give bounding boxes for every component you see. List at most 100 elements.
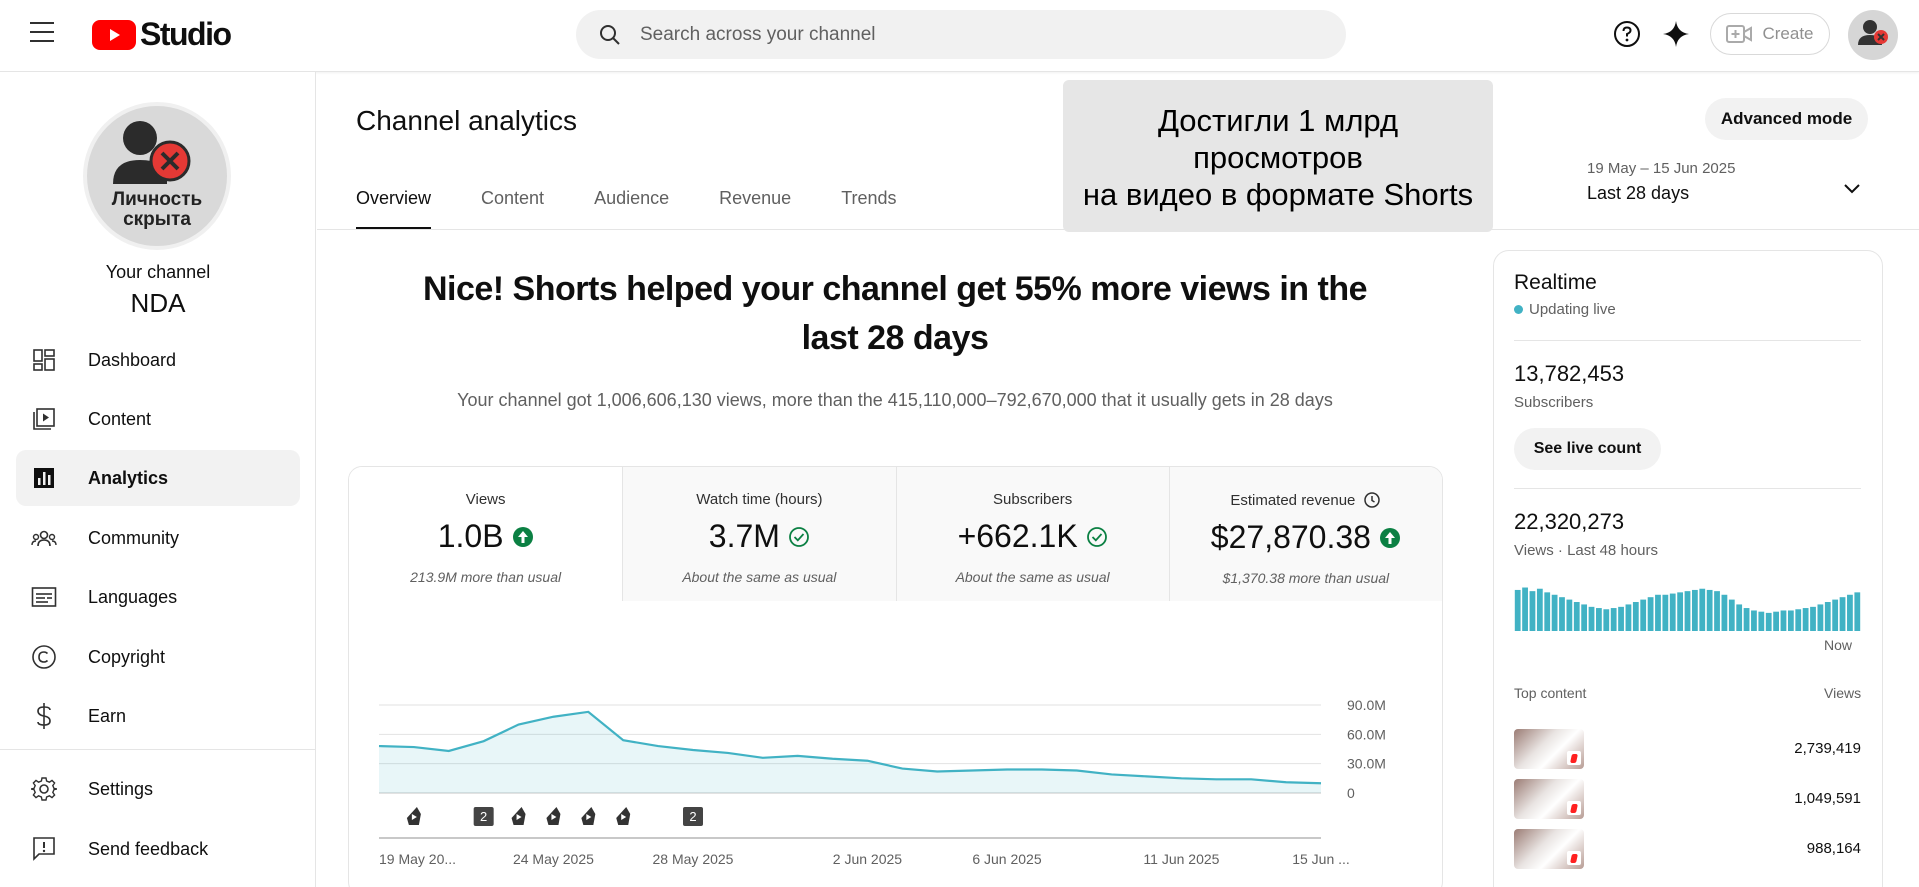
clock-info-icon[interactable]: [1363, 491, 1381, 509]
realtime-bar: [1743, 608, 1750, 631]
data-point: [1319, 781, 1323, 785]
data-point: [377, 744, 381, 748]
data-point: [586, 710, 590, 714]
channel-name[interactable]: NDA: [0, 288, 316, 319]
chevron-down-icon[interactable]: [1840, 176, 1864, 200]
youtube-play-icon: [92, 19, 136, 50]
sidebar-item-dashboard[interactable]: Dashboard: [16, 332, 300, 388]
realtime-bar: [1536, 588, 1543, 631]
sidebar-item-copyright[interactable]: Copyright: [16, 629, 300, 685]
sidebar-item-send-feedback[interactable]: Send feedback: [16, 821, 300, 877]
help-icon[interactable]: [1613, 20, 1641, 48]
realtime-bar: [1736, 604, 1743, 631]
data-point: [1040, 767, 1044, 771]
video-thumbnail: [1514, 829, 1584, 869]
avatar-caption: Личность скрыта: [111, 189, 203, 230]
sidebar-item-label: Content: [88, 408, 152, 429]
top-content-row[interactable]: 988,164: [1514, 829, 1861, 869]
data-point: [481, 739, 485, 743]
sidebar-item-label: Send feedback: [88, 838, 209, 859]
top-content-row[interactable]: 1,049,591: [1514, 779, 1861, 819]
create-video-icon: [1726, 25, 1753, 43]
metric-estimated-revenue[interactable]: Estimated revenue $27,870.38 $1,370.38 m…: [1168, 467, 1442, 601]
date-period-label[interactable]: Last 28 days: [1587, 183, 1689, 204]
analytics-tabs: Overview Content Audience Revenue Trends: [356, 170, 947, 230]
realtime-bar: [1625, 604, 1632, 631]
metric-views[interactable]: Views 1.0B 213.9M more than usual: [349, 467, 623, 601]
realtime-bar: [1824, 602, 1831, 631]
check-circle-icon: [1086, 526, 1107, 547]
realtime-bar: [1699, 588, 1706, 631]
sidebar-item-earn[interactable]: Earn: [16, 688, 300, 744]
sidebar-item-content[interactable]: Content: [16, 391, 300, 447]
tab-revenue[interactable]: Revenue: [719, 170, 791, 230]
sidebar-item-analytics[interactable]: Analytics: [16, 450, 300, 506]
top-content-views: 2,739,419: [1794, 740, 1861, 757]
realtime-bar: [1691, 589, 1698, 631]
search-input[interactable]: [640, 23, 1300, 46]
sidebar-item-label: Languages: [88, 586, 178, 607]
data-point: [447, 749, 451, 753]
tab-content[interactable]: Content: [481, 170, 544, 230]
realtime-bar: [1751, 610, 1757, 631]
data-point: [935, 769, 939, 773]
metric-tabs: Views 1.0B 213.9M more than usual Watch …: [349, 467, 1442, 601]
live-dot-icon: [1514, 305, 1523, 314]
top-content-row[interactable]: 2,739,419: [1514, 729, 1861, 769]
sidebar-item-languages[interactable]: Languages: [16, 569, 300, 625]
realtime-views-bar-chart[interactable]: [1514, 581, 1861, 631]
menu-icon[interactable]: [30, 22, 54, 42]
views-chart[interactable]: 0 30.0M 60.0M 90.0M 2 2 19 May 20... 24 May 202…: [349, 601, 1443, 887]
metric-subscribers[interactable]: Subscribers +662.1K About the same as us…: [895, 467, 1169, 601]
realtime-bar: [1817, 604, 1824, 631]
realtime-bar: [1669, 593, 1676, 631]
search-icon: [600, 24, 620, 45]
top-content-views: 988,164: [1806, 840, 1861, 857]
search-bar[interactable]: [576, 10, 1346, 59]
realtime-bar: [1566, 599, 1573, 631]
sidebar-item-community[interactable]: Community: [16, 510, 300, 566]
sparkle-icon[interactable]: [1662, 20, 1690, 48]
data-point: [1214, 777, 1218, 781]
y-tick-label: 0: [1347, 785, 1355, 801]
account-avatar[interactable]: [1848, 10, 1898, 60]
see-live-count-button[interactable]: See live count: [1514, 428, 1661, 470]
channel-avatar[interactable]: Личность скрыта: [83, 102, 231, 250]
realtime-bar: [1721, 594, 1728, 631]
create-button[interactable]: Create: [1710, 13, 1830, 55]
sidebar-item-settings[interactable]: Settings: [16, 761, 300, 817]
metric-label: Estimated revenue: [1230, 491, 1356, 509]
data-point: [1109, 772, 1113, 776]
insight-headline: Nice! Shorts helped your channel get 55%…: [422, 270, 1368, 357]
analytics-icon: [30, 464, 58, 492]
top-content-views: 1,049,591: [1794, 790, 1861, 807]
sidebar-item-label: Analytics: [88, 467, 169, 488]
top-content-label: Top content: [1514, 685, 1587, 701]
tab-audience[interactable]: Audience: [594, 170, 669, 230]
date-range-text: 19 May – 15 Jun 2025: [1587, 160, 1736, 177]
studio-logo[interactable]: Studio: [92, 16, 232, 53]
realtime-bar: [1810, 606, 1816, 631]
realtime-bar: [1780, 610, 1787, 631]
realtime-bar: [1765, 612, 1772, 631]
data-point: [795, 754, 799, 758]
realtime-bar: [1581, 604, 1588, 631]
tab-trends[interactable]: Trends: [841, 170, 896, 230]
advanced-mode-button[interactable]: Advanced mode: [1705, 98, 1868, 140]
x-tick-label: 6 Jun 2025: [972, 851, 1041, 867]
realtime-bar: [1787, 610, 1794, 631]
realtime-bar: [1773, 611, 1779, 631]
sidebar-item-label: Earn: [88, 705, 127, 726]
data-point: [551, 715, 555, 719]
realtime-title: Realtime: [1514, 271, 1597, 294]
realtime-bar: [1677, 592, 1684, 631]
realtime-bar: [1514, 589, 1521, 631]
realtime-bar: [1573, 602, 1580, 631]
metric-watch-time[interactable]: Watch time (hours) 3.7M About the same a…: [622, 467, 896, 601]
metric-label: Views: [465, 491, 506, 508]
realtime-bar: [1544, 592, 1551, 631]
data-point: [726, 751, 730, 755]
gear-icon: [30, 775, 58, 803]
tab-overview[interactable]: Overview: [356, 170, 432, 230]
realtime-divider: [1514, 340, 1861, 341]
